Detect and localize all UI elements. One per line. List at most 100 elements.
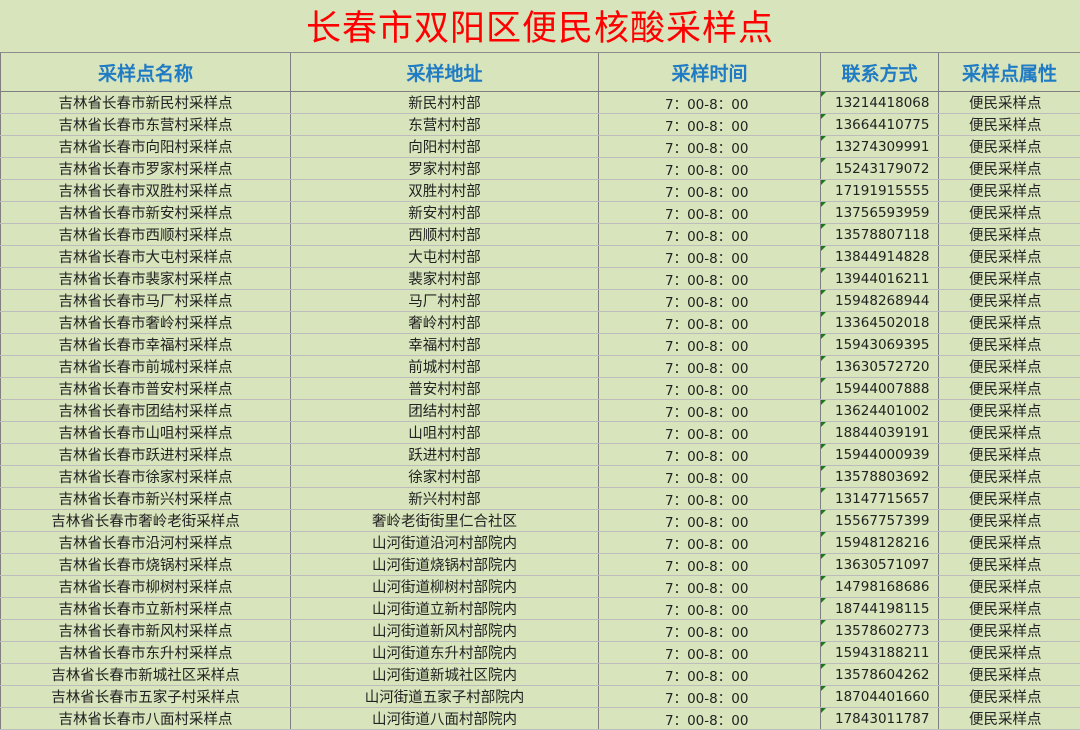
cell-time[interactable]: 7：00-8：00 [599, 554, 821, 576]
cell-name[interactable]: 吉林省长春市奢岭村采样点 [1, 312, 291, 334]
cell-attribute[interactable]: 便民采样点 [939, 400, 1080, 422]
cell-address[interactable]: 山河街道八面村部院内 [291, 708, 599, 730]
cell-name[interactable]: 吉林省长春市罗家村采样点 [1, 158, 291, 180]
cell-phone[interactable]: 13364502018 [821, 312, 939, 334]
cell-attribute[interactable]: 便民采样点 [939, 136, 1080, 158]
cell-attribute[interactable]: 便民采样点 [939, 422, 1080, 444]
cell-phone[interactable]: 15243179072 [821, 158, 939, 180]
cell-time[interactable]: 7：00-8：00 [599, 422, 821, 444]
cell-name[interactable]: 吉林省长春市新安村采样点 [1, 202, 291, 224]
header-address[interactable]: 采样地址 [291, 53, 599, 92]
cell-address[interactable]: 徐家村村部 [291, 466, 599, 488]
cell-attribute[interactable]: 便民采样点 [939, 620, 1080, 642]
cell-address[interactable]: 山河街道五家子村部院内 [291, 686, 599, 708]
cell-phone[interactable]: 13664410775 [821, 114, 939, 136]
cell-address[interactable]: 罗家村村部 [291, 158, 599, 180]
cell-name[interactable]: 吉林省长春市新民村采样点 [1, 92, 291, 114]
cell-address[interactable]: 奢岭村村部 [291, 312, 599, 334]
cell-attribute[interactable]: 便民采样点 [939, 334, 1080, 356]
cell-time[interactable]: 7：00-8：00 [599, 312, 821, 334]
cell-phone[interactable]: 17191915555 [821, 180, 939, 202]
cell-name[interactable]: 吉林省长春市东营村采样点 [1, 114, 291, 136]
cell-attribute[interactable]: 便民采样点 [939, 246, 1080, 268]
cell-name[interactable]: 吉林省长春市八面村采样点 [1, 708, 291, 730]
cell-name[interactable]: 吉林省长春市跃进村采样点 [1, 444, 291, 466]
cell-time[interactable]: 7：00-8：00 [599, 642, 821, 664]
cell-name[interactable]: 吉林省长春市新风村采样点 [1, 620, 291, 642]
cell-attribute[interactable]: 便民采样点 [939, 356, 1080, 378]
cell-time[interactable]: 7：00-8：00 [599, 510, 821, 532]
cell-address[interactable]: 新民村村部 [291, 92, 599, 114]
cell-address[interactable]: 山河街道立新村部院内 [291, 598, 599, 620]
cell-address[interactable]: 西顺村村部 [291, 224, 599, 246]
cell-time[interactable]: 7：00-8：00 [599, 224, 821, 246]
cell-attribute[interactable]: 便民采样点 [939, 554, 1080, 576]
cell-time[interactable]: 7：00-8：00 [599, 246, 821, 268]
cell-phone[interactable]: 15948128216 [821, 532, 939, 554]
cell-phone[interactable]: 15944000939 [821, 444, 939, 466]
cell-address[interactable]: 裴家村村部 [291, 268, 599, 290]
cell-time[interactable]: 7：00-8：00 [599, 378, 821, 400]
cell-name[interactable]: 吉林省长春市大屯村采样点 [1, 246, 291, 268]
cell-time[interactable]: 7：00-8：00 [599, 92, 821, 114]
cell-time[interactable]: 7：00-8：00 [599, 136, 821, 158]
cell-phone[interactable]: 17843011787 [821, 708, 939, 730]
cell-attribute[interactable]: 便民采样点 [939, 488, 1080, 510]
cell-attribute[interactable]: 便民采样点 [939, 686, 1080, 708]
cell-phone[interactable]: 13630572720 [821, 356, 939, 378]
cell-phone[interactable]: 14798168686 [821, 576, 939, 598]
cell-attribute[interactable]: 便民采样点 [939, 576, 1080, 598]
cell-phone[interactable]: 13578807118 [821, 224, 939, 246]
cell-attribute[interactable]: 便民采样点 [939, 268, 1080, 290]
cell-name[interactable]: 吉林省长春市柳树村采样点 [1, 576, 291, 598]
cell-address[interactable]: 跃进村村部 [291, 444, 599, 466]
cell-phone[interactable]: 13630571097 [821, 554, 939, 576]
cell-time[interactable]: 7：00-8：00 [599, 334, 821, 356]
cell-attribute[interactable]: 便民采样点 [939, 642, 1080, 664]
cell-time[interactable]: 7：00-8：00 [599, 686, 821, 708]
cell-phone[interactable]: 13274309991 [821, 136, 939, 158]
cell-time[interactable]: 7：00-8：00 [599, 202, 821, 224]
cell-name[interactable]: 吉林省长春市西顺村采样点 [1, 224, 291, 246]
cell-time[interactable]: 7：00-8：00 [599, 620, 821, 642]
cell-attribute[interactable]: 便民采样点 [939, 92, 1080, 114]
cell-name[interactable]: 吉林省长春市马厂村采样点 [1, 290, 291, 312]
cell-address[interactable]: 马厂村村部 [291, 290, 599, 312]
cell-attribute[interactable]: 便民采样点 [939, 532, 1080, 554]
cell-address[interactable]: 东营村村部 [291, 114, 599, 136]
cell-attribute[interactable]: 便民采样点 [939, 290, 1080, 312]
cell-phone[interactable]: 13624401002 [821, 400, 939, 422]
cell-attribute[interactable]: 便民采样点 [939, 202, 1080, 224]
cell-attribute[interactable]: 便民采样点 [939, 466, 1080, 488]
cell-phone[interactable]: 13756593959 [821, 202, 939, 224]
cell-name[interactable]: 吉林省长春市沿河村采样点 [1, 532, 291, 554]
cell-time[interactable]: 7：00-8：00 [599, 290, 821, 312]
cell-name[interactable]: 吉林省长春市幸福村采样点 [1, 334, 291, 356]
cell-phone[interactable]: 15567757399 [821, 510, 939, 532]
cell-name[interactable]: 吉林省长春市立新村采样点 [1, 598, 291, 620]
cell-phone[interactable]: 15943188211 [821, 642, 939, 664]
cell-attribute[interactable]: 便民采样点 [939, 158, 1080, 180]
cell-time[interactable]: 7：00-8：00 [599, 444, 821, 466]
cell-attribute[interactable]: 便民采样点 [939, 598, 1080, 620]
cell-phone[interactable]: 18844039191 [821, 422, 939, 444]
cell-name[interactable]: 吉林省长春市团结村采样点 [1, 400, 291, 422]
cell-phone[interactable]: 13944016211 [821, 268, 939, 290]
cell-time[interactable]: 7：00-8：00 [599, 466, 821, 488]
cell-time[interactable]: 7：00-8：00 [599, 356, 821, 378]
cell-time[interactable]: 7：00-8：00 [599, 488, 821, 510]
cell-address[interactable]: 双胜村村部 [291, 180, 599, 202]
cell-address[interactable]: 山河街道新城社区院内 [291, 664, 599, 686]
cell-time[interactable]: 7：00-8：00 [599, 158, 821, 180]
cell-name[interactable]: 吉林省长春市奢岭老街采样点 [1, 510, 291, 532]
header-time[interactable]: 采样时间 [599, 53, 821, 92]
cell-attribute[interactable]: 便民采样点 [939, 510, 1080, 532]
cell-name[interactable]: 吉林省长春市新兴村采样点 [1, 488, 291, 510]
cell-attribute[interactable]: 便民采样点 [939, 708, 1080, 730]
cell-time[interactable]: 7：00-8：00 [599, 708, 821, 730]
cell-time[interactable]: 7：00-8：00 [599, 664, 821, 686]
cell-phone[interactable]: 15943069395 [821, 334, 939, 356]
cell-address[interactable]: 山河街道烧锅村部院内 [291, 554, 599, 576]
cell-name[interactable]: 吉林省长春市向阳村采样点 [1, 136, 291, 158]
cell-name[interactable]: 吉林省长春市烧锅村采样点 [1, 554, 291, 576]
